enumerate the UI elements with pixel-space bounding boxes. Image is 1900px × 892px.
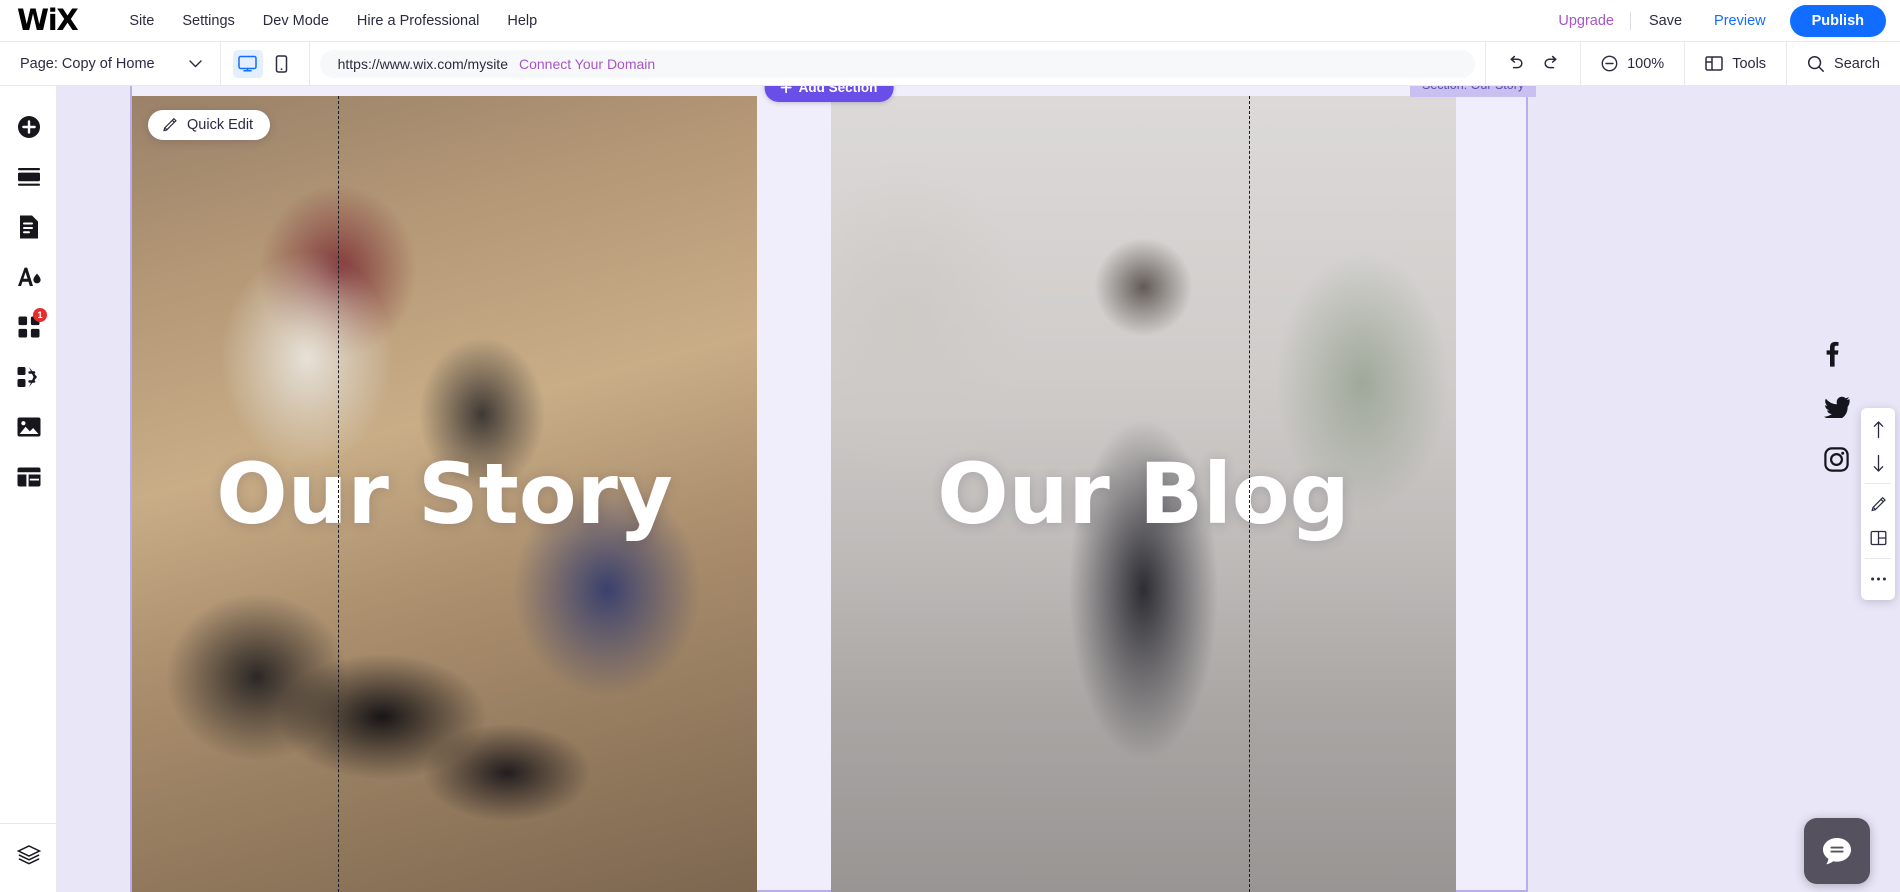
sidebar-item-business[interactable] xyxy=(0,352,57,402)
search-label: Search xyxy=(1834,55,1880,72)
section-action-panel xyxy=(1861,408,1895,600)
page-selector[interactable]: Page: Copy of Home xyxy=(0,42,220,85)
zoom-control[interactable]: 100% xyxy=(1581,42,1684,85)
sidebar-item-design[interactable] xyxy=(0,252,57,302)
instagram-icon[interactable] xyxy=(1824,447,1850,472)
theme-droplet-icon xyxy=(15,265,43,289)
zoom-level-label: 100% xyxy=(1627,55,1665,72)
social-icons-bar xyxy=(1824,341,1850,472)
zoom-out-circle-icon xyxy=(1601,55,1618,72)
sidebar-item-layers[interactable] xyxy=(0,830,57,880)
apps-notification-badge: 1 xyxy=(33,308,47,322)
hero-panel-our-story[interactable]: Our Story xyxy=(132,96,757,892)
menu-hire-a-professional[interactable]: Hire a Professional xyxy=(343,7,494,35)
redo-arrow-icon xyxy=(1542,55,1561,72)
sidebar-item-sections[interactable] xyxy=(0,152,57,202)
panel-layout-icon xyxy=(1705,55,1723,72)
layout-split-icon xyxy=(1870,530,1887,546)
quick-edit-label: Quick Edit xyxy=(187,117,254,133)
our-story-title[interactable]: Our Story xyxy=(132,445,757,543)
sidebar-item-media[interactable] xyxy=(0,402,57,452)
sidebar-item-pages[interactable] xyxy=(0,202,57,252)
menu-site[interactable]: Site xyxy=(115,7,168,35)
pencil-icon xyxy=(162,117,178,133)
sidebar-bottom xyxy=(0,823,57,892)
move-down-icon xyxy=(1871,454,1886,473)
sidebar-item-add[interactable] xyxy=(0,102,57,152)
selected-section[interactable]: Section: Our Story Add Section Our Story… xyxy=(130,86,1537,892)
add-section-label: Add Section xyxy=(798,86,878,95)
table-grid-icon xyxy=(16,466,42,488)
plus-icon xyxy=(780,86,792,93)
magnifier-icon xyxy=(1807,55,1825,73)
device-switcher xyxy=(221,42,309,85)
top-menu-bar: WiX Site Settings Dev Mode Hire a Profes… xyxy=(0,0,1900,42)
squares-arrow-icon xyxy=(16,365,42,389)
sidebar-items: 1 xyxy=(0,86,56,502)
mobile-icon xyxy=(275,54,288,73)
section-label-tab: Section: Our Story xyxy=(1410,86,1537,97)
our-blog-title[interactable]: Our Blog xyxy=(831,445,1456,543)
more-dots-icon xyxy=(1870,576,1887,582)
more-actions-button[interactable] xyxy=(1861,562,1895,596)
change-layout-button[interactable] xyxy=(1861,521,1895,555)
pencil-edit-icon xyxy=(1870,496,1887,513)
facebook-icon[interactable] xyxy=(1824,341,1850,367)
tools-label: Tools xyxy=(1732,55,1767,72)
upgrade-button[interactable]: Upgrade xyxy=(1542,13,1630,29)
menu-help[interactable]: Help xyxy=(493,7,551,35)
sections-icon xyxy=(16,166,42,188)
chevron-down-icon xyxy=(188,59,202,68)
monitor-icon xyxy=(238,55,257,72)
divider xyxy=(1865,483,1891,484)
plus-circle-icon xyxy=(16,114,42,140)
menu-settings[interactable]: Settings xyxy=(168,7,248,35)
undo-button[interactable] xyxy=(1500,50,1530,78)
top-bar-actions: Upgrade Save Preview Publish xyxy=(1542,4,1900,37)
mobile-view-button[interactable] xyxy=(267,50,297,78)
redo-button[interactable] xyxy=(1536,50,1566,78)
save-button[interactable]: Save xyxy=(1631,13,1700,29)
chat-bubble-icon xyxy=(1820,835,1854,867)
menu-dev-mode[interactable]: Dev Mode xyxy=(249,7,343,35)
editor-toolbar: Page: Copy of Home https://www.wix.com/m… xyxy=(0,42,1900,86)
search-button[interactable]: Search xyxy=(1787,42,1900,85)
hero-panel-our-blog[interactable]: Our Blog xyxy=(831,96,1456,892)
sidebar-item-apps[interactable]: 1 xyxy=(0,302,57,352)
image-icon xyxy=(16,416,42,438)
quick-edit-button[interactable]: Quick Edit xyxy=(148,110,271,140)
move-up-button[interactable] xyxy=(1861,412,1895,446)
publish-button[interactable]: Publish xyxy=(1789,4,1886,37)
page-document-icon xyxy=(18,214,40,240)
divider xyxy=(1865,558,1891,559)
site-url-field[interactable]: https://www.wix.com/mysite Connect Your … xyxy=(319,49,1476,78)
page-selector-label: Page: Copy of Home xyxy=(20,55,155,72)
move-up-icon xyxy=(1871,420,1886,439)
history-controls xyxy=(1486,42,1580,85)
desktop-view-button[interactable] xyxy=(232,49,263,78)
site-url-text: https://www.wix.com/mysite xyxy=(337,55,508,72)
site-url-area: https://www.wix.com/mysite Connect Your … xyxy=(310,42,1485,85)
wix-logo[interactable]: WiX xyxy=(17,6,79,35)
left-sidebar: 1 xyxy=(0,86,57,892)
add-section-button[interactable]: Add Section xyxy=(764,86,894,102)
editor-canvas[interactable]: Section: Our Story Add Section Our Story… xyxy=(57,86,1900,892)
twitter-icon[interactable] xyxy=(1824,396,1850,418)
undo-arrow-icon xyxy=(1506,55,1525,72)
move-down-button[interactable] xyxy=(1861,446,1895,480)
chat-button[interactable] xyxy=(1804,818,1870,884)
preview-button[interactable]: Preview xyxy=(1700,13,1780,29)
layers-icon xyxy=(16,844,42,866)
sidebar-item-cms[interactable] xyxy=(0,452,57,502)
edit-section-button[interactable] xyxy=(1861,487,1895,521)
tools-button[interactable]: Tools xyxy=(1685,42,1786,85)
connect-domain-link[interactable]: Connect Your Domain xyxy=(519,56,655,72)
